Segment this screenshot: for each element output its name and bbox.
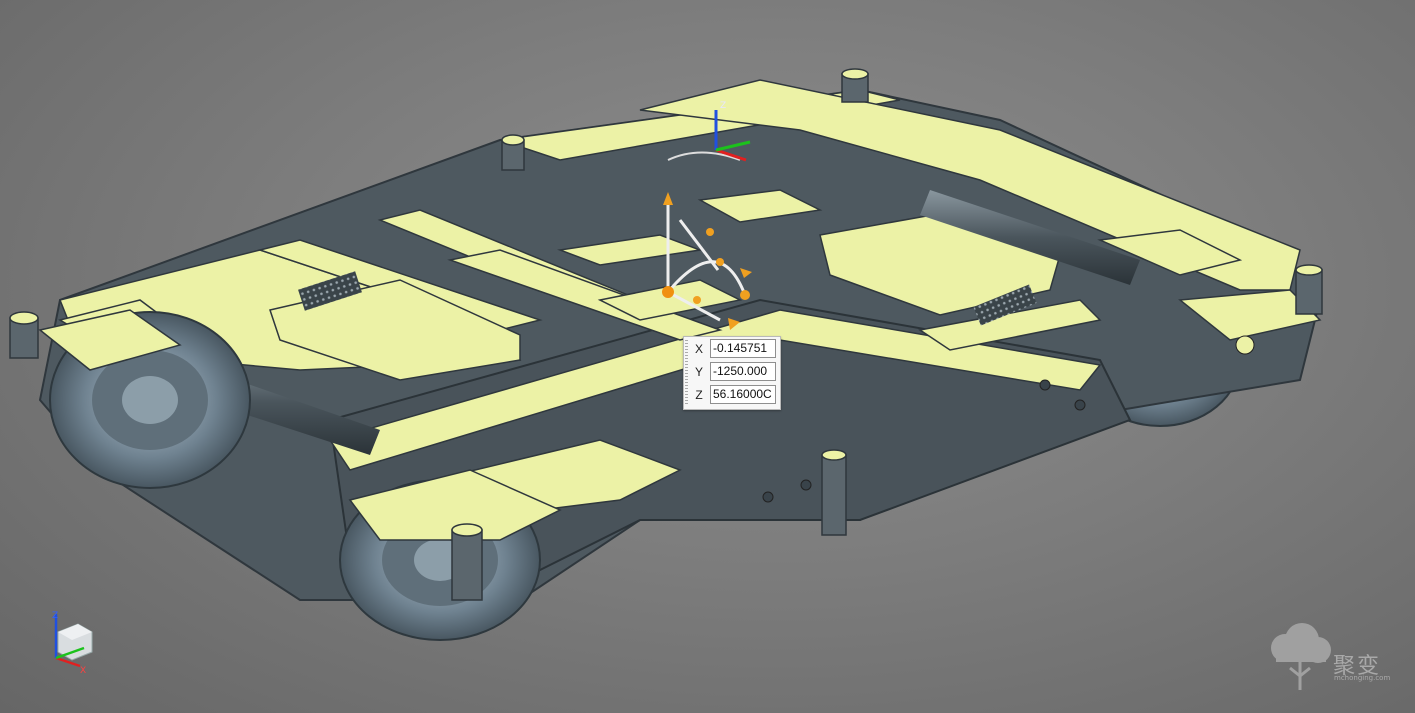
coord-row-x: X -0.145751 — [684, 338, 780, 360]
coord-row-z: Z 56.16000C — [684, 384, 780, 406]
z-input[interactable]: 56.16000C — [710, 385, 776, 404]
svg-text:Z: Z — [720, 101, 726, 111]
coord-row-y: Y -1250.000 — [684, 361, 780, 383]
coordinate-entry-panel: X -0.145751 Y -1250.000 Z 56.16000C — [683, 336, 781, 410]
y-input[interactable]: -1250.000 — [710, 362, 776, 381]
triad-x-label: X — [80, 666, 86, 676]
z-label: Z — [695, 388, 703, 402]
view-triad: Z X — [52, 611, 93, 676]
watermark-url: mchonging.com — [1334, 674, 1391, 682]
bogie-model[interactable] — [9, 68, 1323, 641]
triad-z-label: Z — [52, 611, 58, 621]
x-label: X — [694, 342, 703, 356]
x-input[interactable]: -0.145751 — [710, 339, 776, 358]
watermark-logo — [1271, 623, 1331, 690]
y-label: Y — [694, 365, 703, 379]
